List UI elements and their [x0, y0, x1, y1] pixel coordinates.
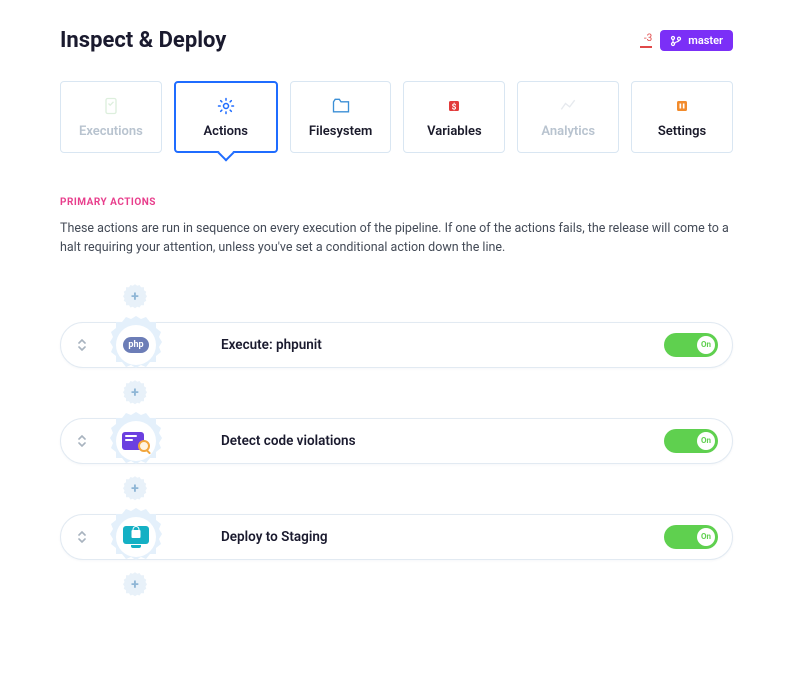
tab-analytics: Analytics	[517, 81, 619, 153]
status-bar-icon	[640, 46, 652, 48]
toggle-knob: On	[697, 432, 715, 450]
tab-caret-icon	[217, 145, 234, 162]
executions-icon	[101, 96, 121, 116]
tab-variables[interactable]: $ Variables	[403, 81, 505, 153]
page-title: Inspect & Deploy	[60, 28, 226, 53]
plus-icon: +	[131, 577, 139, 593]
tab-actions[interactable]: Actions	[174, 81, 278, 153]
tab-label: Filesystem	[309, 124, 372, 139]
toggle-knob: On	[697, 336, 715, 354]
tab-filesystem[interactable]: Filesystem	[290, 81, 392, 153]
code-scan-icon	[122, 430, 150, 452]
tab-settings[interactable]: Settings	[631, 81, 733, 153]
drag-handle[interactable]	[61, 339, 103, 351]
tab-label: Settings	[658, 124, 706, 139]
analytics-icon	[558, 96, 578, 116]
action-toggle[interactable]: On	[664, 525, 718, 549]
action-label: Detect code violations	[221, 433, 664, 449]
status-indicator[interactable]: -3	[640, 33, 652, 48]
variables-icon: $	[444, 96, 464, 116]
header: Inspect & Deploy -3 master	[60, 28, 733, 53]
action-toggle[interactable]: On	[664, 429, 718, 453]
action-toggle[interactable]: On	[664, 333, 718, 357]
section-description: These actions are run in sequence on eve…	[60, 220, 733, 258]
tab-label: Actions	[203, 124, 248, 139]
tab-label: Variables	[427, 124, 482, 139]
add-action-button[interactable]: +	[120, 378, 150, 408]
add-action-button[interactable]: +	[120, 474, 150, 504]
branch-icon	[670, 35, 682, 47]
status-count: -3	[644, 33, 652, 44]
drag-handle[interactable]	[61, 435, 103, 447]
plus-icon: +	[131, 289, 139, 305]
action-icon	[105, 506, 167, 568]
branch-label: master	[688, 34, 723, 47]
tab-label: Executions	[79, 124, 143, 139]
tab-executions: Executions	[60, 81, 162, 153]
toggle-knob: On	[697, 528, 715, 546]
settings-icon	[672, 96, 692, 116]
actions-icon	[216, 96, 236, 116]
filesystem-icon	[331, 96, 351, 116]
action-label: Deploy to Staging	[221, 529, 664, 545]
section-title: PRIMARY ACTIONS	[60, 197, 733, 208]
action-label: Execute: phpunit	[221, 337, 664, 353]
plus-icon: +	[131, 385, 139, 401]
actions-list: + php Execute: phpunit On	[60, 282, 733, 600]
tabs: Executions Actions Filesystem $ Variable…	[60, 81, 733, 153]
action-icon: php	[105, 314, 167, 376]
svg-text:$: $	[452, 101, 457, 112]
drag-icon	[76, 339, 88, 351]
drag-icon	[76, 435, 88, 447]
deploy-icon	[123, 526, 149, 548]
action-row[interactable]: Deploy to Staging On	[60, 514, 733, 560]
drag-handle[interactable]	[61, 531, 103, 543]
tab-label: Analytics	[541, 124, 595, 139]
add-action-button[interactable]: +	[120, 570, 150, 600]
drag-icon	[76, 531, 88, 543]
action-row[interactable]: Detect code violations On	[60, 418, 733, 464]
action-row[interactable]: php Execute: phpunit On	[60, 322, 733, 368]
branch-selector[interactable]: master	[660, 30, 733, 51]
add-action-button[interactable]: +	[120, 282, 150, 312]
plus-icon: +	[131, 481, 139, 497]
action-icon	[105, 410, 167, 472]
php-icon: php	[123, 337, 148, 353]
